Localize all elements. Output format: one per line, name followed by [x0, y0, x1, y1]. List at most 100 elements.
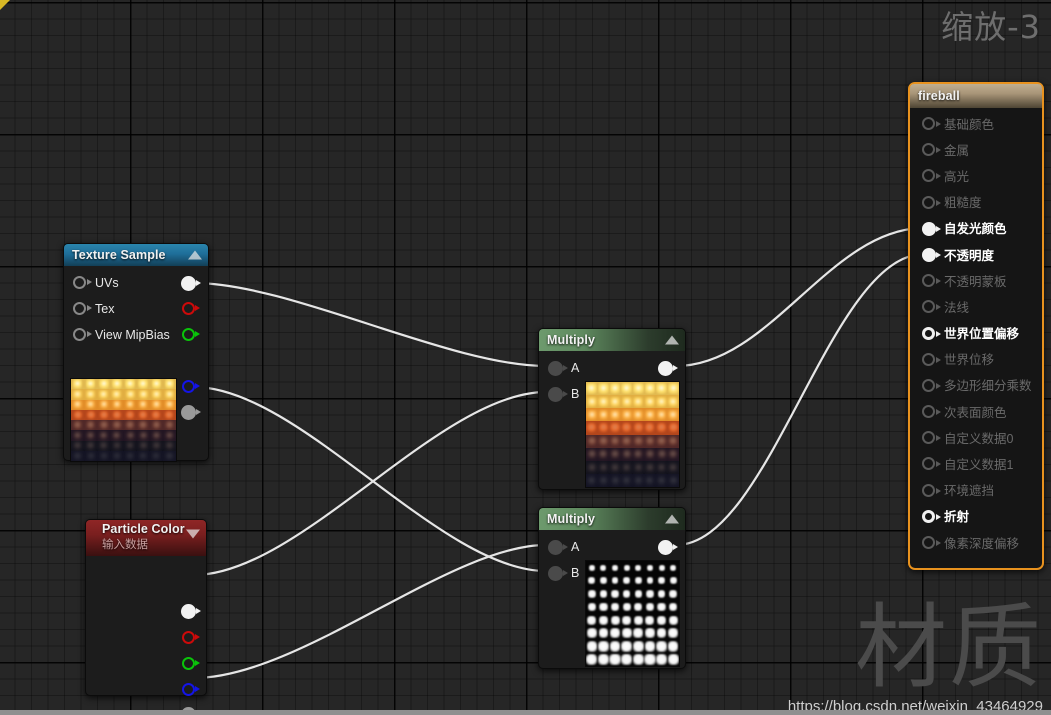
material-input-row[interactable]: 折射	[910, 503, 1042, 529]
material-input-row[interactable]: 自定义数据0	[910, 424, 1042, 450]
output-pin-b[interactable]	[182, 683, 195, 696]
material-input-row[interactable]: 基础颜色	[910, 110, 1042, 136]
input-pin-b[interactable]	[548, 387, 563, 402]
node-header[interactable]: fireball	[910, 84, 1042, 108]
thumbnail-cell	[599, 463, 608, 472]
pin-arrow-icon	[673, 544, 678, 550]
pin-arrow-icon	[195, 383, 200, 389]
input-pin-a[interactable]	[548, 540, 563, 555]
material-input-pin[interactable]	[922, 457, 935, 471]
output-pin-g[interactable]	[182, 657, 195, 670]
thumbnail-cell	[669, 590, 677, 598]
material-input-row[interactable]: 次表面颜色	[910, 398, 1042, 424]
material-input-pin[interactable]	[922, 117, 935, 130]
node-multiply-1[interactable]: Multiply A B	[538, 328, 686, 490]
material-input-row[interactable]: 世界位移	[910, 346, 1042, 372]
material-input-label: 不透明蒙板	[944, 274, 1007, 289]
material-input-row[interactable]: 自发光颜色	[910, 215, 1042, 241]
input-pin-tex[interactable]	[73, 302, 86, 315]
node-particle-color[interactable]: Particle Color 输入数据	[85, 519, 207, 715]
output-pin-rgb[interactable]	[181, 604, 196, 619]
material-input-row[interactable]: 高光	[910, 162, 1042, 188]
material-input-pin[interactable]	[922, 352, 935, 366]
input-pin-a[interactable]	[548, 361, 563, 376]
node-texture-sample[interactable]: Texture Sample UVs Tex View MipBias	[63, 243, 209, 462]
material-input-row[interactable]: 环境遮挡	[910, 477, 1042, 503]
material-input-pin[interactable]	[922, 221, 936, 236]
node-multiply-2[interactable]: Multiply A B	[538, 507, 686, 669]
thumbnail-cell	[632, 653, 644, 666]
material-input-row[interactable]: 世界位置偏移	[910, 320, 1042, 346]
chevron-up-icon[interactable]	[665, 514, 679, 524]
material-input-row[interactable]: 自定义数据1	[910, 450, 1042, 476]
output-pin-r[interactable]	[182, 302, 195, 315]
material-input-pin[interactable]	[922, 274, 935, 288]
material-input-row[interactable]: 像素深度偏移	[910, 529, 1042, 555]
thumbnail-cell	[598, 641, 609, 652]
material-input-pin[interactable]	[922, 143, 935, 157]
chevron-down-icon[interactable]	[186, 529, 200, 539]
thumbnail-cell	[100, 442, 108, 449]
node-material-output-fireball[interactable]: fireball 基础颜色 金属 高光 粗糙度 自发光颜色 不透明度不透明蒙板法线 世界位置…	[908, 82, 1044, 570]
bottom-scrollbar[interactable]	[0, 710, 1051, 715]
material-input-pin[interactable]	[922, 247, 936, 262]
material-input-pin[interactable]	[922, 195, 935, 209]
material-input-row[interactable]: 法线	[910, 293, 1042, 319]
pin-arrow-icon	[936, 356, 941, 363]
thumbnail-cell	[645, 436, 655, 446]
material-input-row[interactable]: 多边形细分乘数	[910, 372, 1042, 398]
output-pin-rgb[interactable]	[181, 276, 196, 291]
pin-row-uvs[interactable]: UVs	[64, 270, 208, 296]
material-input-pin[interactable]	[922, 431, 935, 445]
thumbnail-cell	[138, 389, 148, 399]
material-input-pin[interactable]	[922, 326, 935, 340]
output-pin-b[interactable]	[182, 380, 195, 393]
thumbnail-cell	[74, 452, 81, 459]
output-pin-a[interactable]	[181, 405, 196, 420]
thumbnail-cell	[632, 383, 644, 394]
pin-row-a[interactable]: A	[539, 534, 685, 560]
material-input-pin[interactable]	[922, 536, 935, 549]
thumbnail-cell	[152, 410, 161, 419]
output-pin-g[interactable]	[182, 328, 195, 341]
material-input-row[interactable]: 不透明蒙板	[910, 267, 1042, 293]
material-input-pin[interactable]	[922, 405, 935, 419]
node-body	[86, 556, 206, 715]
node-header[interactable]: Multiply	[539, 508, 685, 530]
output-pin-result[interactable]	[658, 540, 673, 555]
input-pin-b[interactable]	[548, 566, 563, 581]
thumbnail-cell	[667, 383, 679, 394]
thumbnail-cell	[587, 602, 596, 612]
thumbnail-cell	[588, 577, 596, 585]
node-header[interactable]: Multiply	[539, 329, 685, 351]
chevron-up-icon[interactable]	[665, 335, 679, 345]
material-input-pin[interactable]	[922, 509, 935, 523]
material-input-pin[interactable]	[922, 378, 935, 392]
input-pin-uvs[interactable]	[73, 276, 86, 289]
output-pin-result[interactable]	[658, 361, 673, 376]
material-input-row[interactable]: 金属	[910, 136, 1042, 162]
thumbnail-cell	[645, 450, 654, 459]
node-title: Texture Sample	[72, 248, 166, 262]
thumbnail-cell	[668, 396, 679, 407]
input-pin-view-mipbias[interactable]	[73, 328, 86, 341]
material-input-label: 世界位移	[944, 353, 995, 368]
material-input-pin[interactable]	[922, 483, 935, 497]
material-input-row[interactable]: 不透明度	[910, 241, 1042, 267]
output-pin-r[interactable]	[182, 631, 195, 644]
material-input-row[interactable]: 粗糙度	[910, 189, 1042, 215]
thumbnail-cell	[598, 383, 609, 394]
chevron-up-icon[interactable]	[188, 250, 202, 260]
thumbnail-cell	[669, 577, 677, 585]
node-header[interactable]: Particle Color 输入数据	[86, 520, 206, 556]
pin-row-a[interactable]: A	[539, 355, 685, 381]
pin-row-viewmipbias[interactable]: View MipBias	[64, 322, 208, 348]
pin-label: View MipBias	[95, 328, 170, 342]
material-input-pin[interactable]	[922, 169, 935, 183]
material-graph-canvas[interactable]: Texture Sample UVs Tex View MipBias Part…	[0, 0, 1051, 715]
node-header[interactable]: Texture Sample	[64, 244, 208, 266]
thumbnail-cell	[611, 577, 619, 585]
material-input-pin[interactable]	[922, 300, 935, 314]
thumbnail-cell	[599, 602, 608, 612]
pin-row-tex[interactable]: Tex	[64, 296, 208, 322]
